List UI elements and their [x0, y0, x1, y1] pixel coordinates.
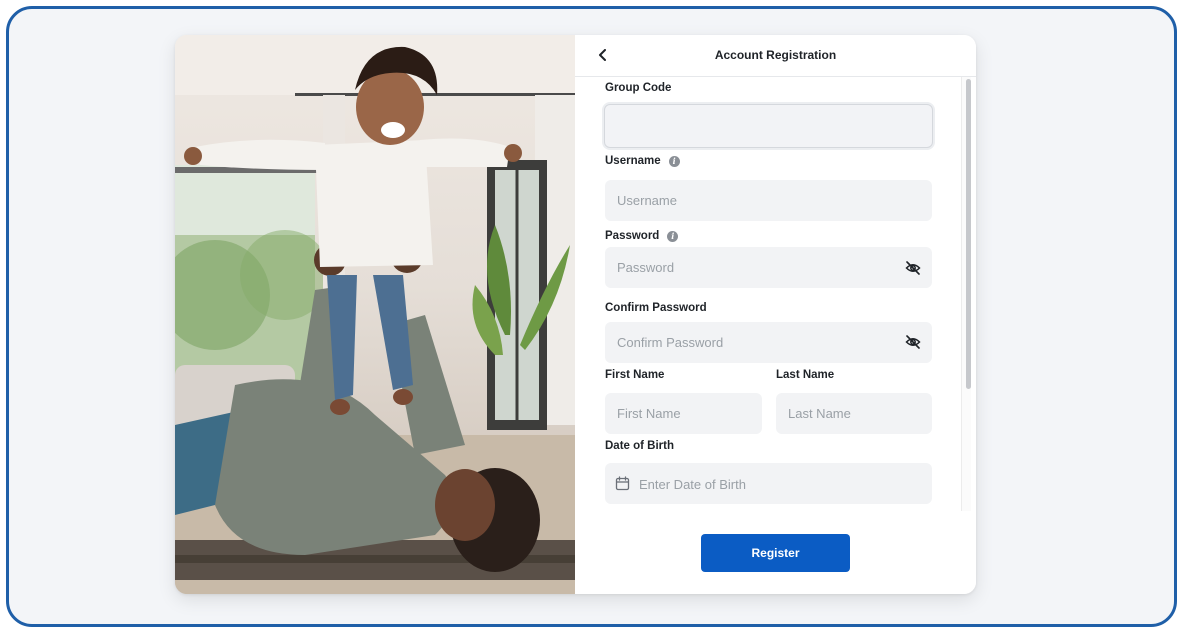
username-input[interactable] [605, 180, 932, 221]
page-title: Account Registration [714, 48, 837, 62]
first-name-input[interactable] [605, 393, 762, 434]
confirm-password-input[interactable] [605, 322, 932, 363]
date-of-birth-label: Date of Birth [605, 440, 674, 452]
calendar-icon [615, 476, 630, 491]
last-name-label: Last Name [776, 369, 835, 381]
date-of-birth-placeholder[interactable]: Enter Date of Birth [639, 477, 746, 492]
father-child-illustration [175, 35, 575, 594]
password-input[interactable] [605, 247, 932, 288]
first-name-label: First Name [605, 369, 665, 381]
username-info-icon[interactable]: i [668, 155, 680, 167]
password-visibility-toggle[interactable] [903, 258, 923, 278]
confirm-password-label: Confirm Password [605, 302, 707, 314]
eye-off-icon [905, 335, 921, 349]
confirm-password-visibility-toggle[interactable] [903, 332, 923, 352]
last-name-input[interactable] [776, 393, 932, 434]
hero-photo [175, 35, 575, 594]
eye-off-icon [905, 261, 921, 275]
group-code-label: Group Code [605, 82, 672, 94]
scrollbar-thumb[interactable] [966, 79, 971, 389]
group-code-input[interactable] [604, 104, 933, 148]
username-label: Username i [605, 155, 680, 167]
password-label: Password i [605, 230, 679, 242]
password-info-icon[interactable]: i [667, 230, 679, 242]
panel-header: Account Registration [575, 35, 976, 77]
register-button[interactable]: Register [701, 534, 850, 572]
